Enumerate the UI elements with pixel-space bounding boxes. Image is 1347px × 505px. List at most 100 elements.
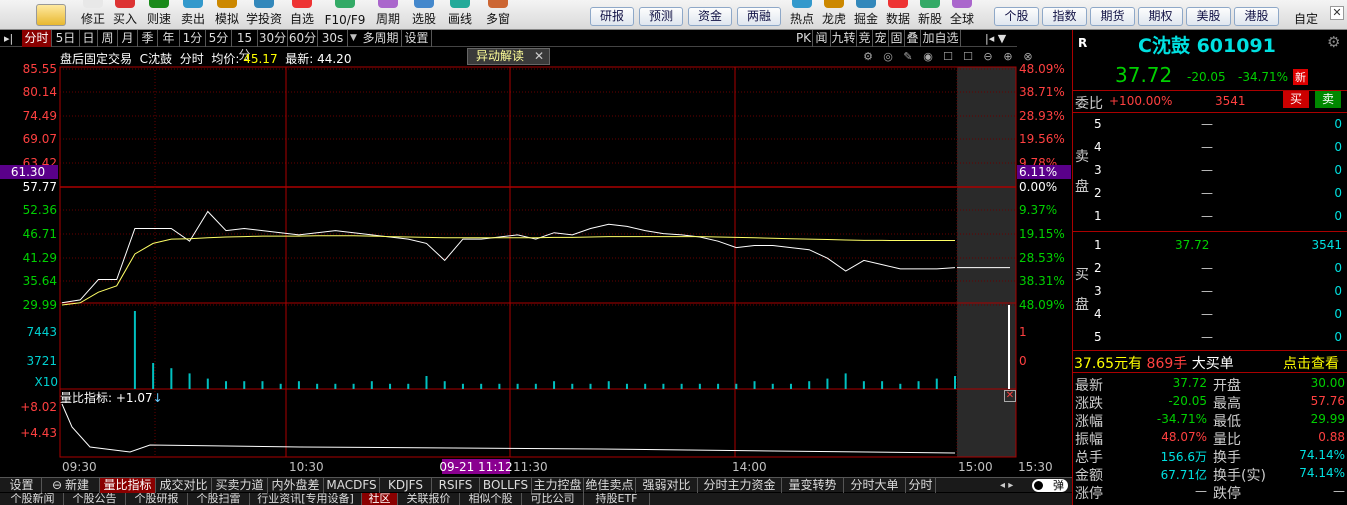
info-tab-3[interactable]: 个股扫雷 — [188, 493, 250, 505]
big-order-link[interactable]: 点击查看 — [1283, 353, 1339, 373]
ask-price[interactable]: — — [1201, 140, 1213, 154]
market-tab-4[interactable]: 美股 — [1186, 7, 1231, 26]
period-tab-13[interactable]: 多周期 — [360, 30, 402, 47]
market-tab-2[interactable]: 期货 — [1090, 7, 1135, 26]
chart-tool-icon-5[interactable]: ☐ — [958, 50, 978, 63]
arrow-down-icon[interactable]: ↓ — [153, 391, 163, 405]
toolbar-btn2-0[interactable]: 热点 — [786, 0, 818, 30]
indicator-tab-2[interactable]: 量比指标 — [100, 478, 156, 493]
period-tab-8[interactable]: 5分 — [206, 30, 232, 47]
info-tab-9[interactable]: 持股ETF — [584, 493, 650, 505]
indicator-tab-6[interactable]: MACDFS — [324, 478, 380, 493]
indicator-tab-15[interactable]: 分时大单 — [844, 478, 906, 493]
chart-tool-icon-3[interactable]: ◉ — [918, 50, 938, 63]
right-tab-3[interactable]: 竞 — [857, 30, 873, 47]
scroll-arrows[interactable]: ◂ ▸ — [1000, 478, 1013, 493]
market-tab-5[interactable]: 港股 — [1234, 7, 1279, 26]
info-tab-6[interactable]: 关联报价 — [398, 493, 460, 505]
panel-toggle-icon[interactable]: ▸| — [4, 30, 13, 47]
chart-tool-icon-6[interactable]: ⊖ — [978, 50, 998, 63]
indicator-tab-1[interactable]: ⊖ 新建 — [42, 478, 100, 493]
indicator-tab-10[interactable]: 主力控盘 — [532, 478, 584, 493]
info-tab-2[interactable]: 个股研报 — [126, 493, 188, 505]
right-tab-1[interactable]: 闻 — [813, 30, 831, 47]
buy-button[interactable]: 买 — [1283, 91, 1309, 108]
indicator-tab-5[interactable]: 内外盘差 — [268, 478, 324, 493]
info-tab-7[interactable]: 相似个股 — [460, 493, 522, 505]
chart-tool-icon-4[interactable]: ☐ — [938, 50, 958, 63]
info-tab-1[interactable]: 个股公告 — [64, 493, 126, 505]
indicator-tab-7[interactable]: KDJFS — [380, 478, 432, 493]
right-tab-4[interactable]: 宠 — [873, 30, 889, 47]
close-icon[interactable]: ✕ — [534, 49, 544, 64]
anomaly-badge[interactable]: 异动解读 ✕ — [467, 48, 550, 65]
info-tab-4[interactable]: 行业资讯[专用设备] — [250, 493, 362, 505]
period-tab-6[interactable]: 年 — [158, 30, 180, 47]
indicator-tab-11[interactable]: 绝佳卖点 — [584, 478, 636, 493]
indicator-tab-8[interactable]: RSIFS — [432, 478, 480, 493]
toolbar-tab-2[interactable]: 资金 — [688, 7, 732, 26]
intraday-chart[interactable]: 85.55 80.14 74.49 69.07 63.42 61.30 57.77 52.36… — [0, 47, 1072, 477]
market-tab-0[interactable]: 个股 — [994, 7, 1039, 26]
indicator-tab-13[interactable]: 分时主力资金 — [698, 478, 782, 493]
period-tab-11[interactable]: 60分 — [288, 30, 318, 47]
indicator-tab-3[interactable]: 成交对比 — [156, 478, 212, 493]
chart-tool-icon-7[interactable]: ⊕ — [998, 50, 1018, 63]
period-tab-0[interactable]: 分时 — [22, 30, 52, 47]
expand-icon[interactable]: |◂ ▼ — [985, 30, 1006, 47]
toolbar-tab-1[interactable]: 预测 — [639, 7, 683, 26]
toolbar-btn-4[interactable]: 模拟 — [210, 0, 244, 30]
popup-toggle[interactable]: 弹 — [1032, 479, 1068, 492]
indicator-tab-16[interactable]: 分时 — [906, 478, 936, 493]
toolbar-btn-9[interactable]: 选股 — [406, 0, 442, 30]
bid-price[interactable]: — — [1201, 284, 1213, 298]
indicator-tab-0[interactable]: 设置 — [2, 478, 42, 493]
toolbar-btn-3[interactable]: 卖出 — [176, 0, 210, 30]
bid-price[interactable]: — — [1201, 330, 1213, 344]
toolbar-btn-6[interactable]: 自选 — [284, 0, 320, 30]
bid-price[interactable]: 37.72 — [1175, 238, 1209, 252]
market-tab-1[interactable]: 指数 — [1042, 7, 1087, 26]
period-tab-14[interactable]: 设置 — [402, 30, 432, 47]
ask-price[interactable]: — — [1201, 117, 1213, 131]
toolbar-btn-7[interactable]: F10/F9 — [320, 0, 370, 30]
ask-price[interactable]: — — [1201, 163, 1213, 177]
market-tab-3[interactable]: 期权 — [1138, 7, 1183, 26]
back-icon[interactable] — [36, 4, 66, 26]
ask-price[interactable]: — — [1201, 186, 1213, 200]
toolbar-tab-3[interactable]: 两融 — [737, 7, 781, 26]
toolbar-tab-0[interactable]: 研报 — [590, 7, 634, 26]
chart-tool-icon-8[interactable]: ⊗ — [1018, 50, 1038, 63]
toolbar-btn-0[interactable]: 修正 — [78, 0, 108, 30]
toolbar-btn2-5[interactable]: 全球 — [946, 0, 978, 30]
period-tab-1[interactable]: 5日 — [52, 30, 80, 47]
indicator-tab-14[interactable]: 量变转势 — [782, 478, 844, 493]
toolbar-btn2-4[interactable]: 新股 — [914, 0, 946, 30]
chart-tool-icon-0[interactable]: ⚙ — [858, 50, 878, 63]
ask-price[interactable]: — — [1201, 209, 1213, 223]
chart-tool-icon-2[interactable]: ✎ — [898, 50, 918, 63]
period-tab-4[interactable]: 月 — [118, 30, 138, 47]
toolbar-btn2-3[interactable]: 数据 — [882, 0, 914, 30]
indicator-tab-9[interactable]: BOLLFS — [480, 478, 532, 493]
chart-tool-icon-1[interactable]: ◎ — [878, 50, 898, 63]
custom-button[interactable]: 自定 — [1290, 0, 1322, 30]
indicator-close-icon[interactable]: ✕ — [1004, 390, 1016, 402]
period-tab-10[interactable]: 30分 — [258, 30, 288, 47]
toolbar-btn-11[interactable]: 多窗 — [478, 0, 518, 30]
right-tab-6[interactable]: 叠 — [905, 30, 921, 47]
chart-svg[interactable]: 85.5580.1474.4969.0763.4261.3057.7752.36… — [0, 47, 1072, 477]
toolbar-btn-10[interactable]: 画线 — [442, 0, 478, 30]
right-tab-2[interactable]: 九转 — [831, 30, 857, 47]
info-tab-0[interactable]: 个股新闻 — [2, 493, 64, 505]
period-tab-7[interactable]: 1分 — [180, 30, 206, 47]
right-tab-5[interactable]: 固 — [889, 30, 905, 47]
toolbar-btn-1[interactable]: 买入 — [108, 0, 142, 30]
info-tab-8[interactable]: 可比公司 — [522, 493, 584, 505]
toolbar-btn2-2[interactable]: 掘金 — [850, 0, 882, 30]
indicator-tab-12[interactable]: 强弱对比 — [636, 478, 698, 493]
bid-price[interactable]: — — [1201, 307, 1213, 321]
period-tab-9[interactable]: 15分 — [232, 30, 258, 62]
toolbar-btn2-1[interactable]: 龙虎 — [818, 0, 850, 30]
right-tab-0[interactable]: PK — [795, 30, 813, 47]
